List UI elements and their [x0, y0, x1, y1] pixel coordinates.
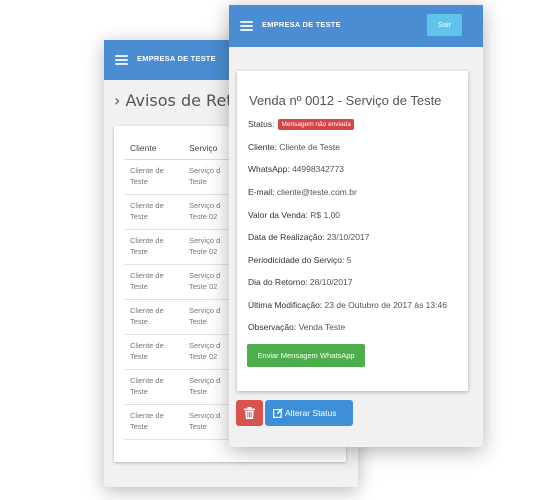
cliente-value: Cliente de Teste [279, 142, 341, 152]
retorno-label: Dia do Retorno: [248, 277, 308, 287]
periodicidade-value: 5 [346, 255, 352, 265]
sale-detail-card: Venda nº 0012 - Serviço de Teste Status:… [237, 71, 468, 391]
status-badge: Mensagem não enviada [278, 119, 354, 130]
whatsapp-field: WhatsApp: 44998342773 [248, 164, 344, 174]
cell-cliente: Cliente de Teste [130, 411, 164, 431]
send-whatsapp-button[interactable]: Enviar Mensagem WhatsApp [247, 344, 365, 367]
status-field: Status: Mensagem não enviada [248, 119, 354, 130]
cell-cliente: Cliente de Teste [130, 166, 164, 186]
alterar-status-button[interactable]: Alterar Status [265, 400, 353, 426]
email-value: cliente@teste.com.br [276, 187, 357, 197]
cell-cliente: Cliente de Teste [130, 376, 164, 396]
modificacao-field: Última Modificação: 23 de Outubro de 201… [248, 300, 447, 310]
observacao-field: Observação: Venda Teste [248, 322, 345, 332]
delete-button[interactable] [236, 400, 263, 426]
hamburger-icon[interactable] [115, 55, 128, 65]
periodicidade-label: Periodicidade do Serviço: [248, 255, 345, 265]
valor-field: Valor da Venda: R$ 1,00 [248, 210, 340, 220]
navbar: EMPRESA DE TESTE Sair [229, 5, 483, 47]
sale-title: Venda nº 0012 - Serviço de Teste [249, 93, 442, 108]
valor-value: R$ 1,00 [310, 210, 341, 220]
modificacao-value: 23 de Outubro de 2017 às 13:46 [324, 300, 447, 310]
valor-label: Valor da Venda: [248, 210, 308, 220]
front-phone-screen: EMPRESA DE TESTE Sair Venda nº 0012 - Se… [229, 5, 483, 447]
retorno-field: Dia do Retorno: 28/10/2017 [248, 277, 352, 287]
whatsapp-label: WhatsApp: [248, 164, 290, 174]
edit-icon [273, 408, 283, 419]
cell-cliente: Cliente de Teste [130, 341, 164, 361]
retorno-value: 28/10/2017 [309, 277, 353, 287]
email-field: E-mail: cliente@teste.com.br [248, 187, 357, 197]
cell-cliente: Cliente de Teste [130, 306, 164, 326]
column-header-cliente: Cliente [130, 143, 157, 153]
hamburger-icon[interactable] [240, 21, 253, 31]
brand-name: EMPRESA DE TESTE [262, 20, 341, 29]
realizacao-field: Data de Realização: 23/10/2017 [248, 232, 369, 242]
realizacao-label: Data de Realização: [248, 232, 325, 242]
email-label: E-mail: [248, 187, 275, 197]
observacao-label: Observação: [248, 322, 297, 332]
cell-cliente: Cliente de Teste [130, 271, 164, 291]
column-header-servico: Serviço [189, 143, 218, 153]
cell-cliente: Cliente de Teste [130, 236, 164, 256]
cliente-field: Cliente: Cliente de Teste [248, 142, 340, 152]
periodicidade-field: Periodicidade do Serviço: 5 [248, 255, 352, 265]
page-title: › Avisos de Reto [114, 91, 243, 110]
logout-button[interactable]: Sair [427, 14, 462, 36]
observacao-value: Venda Teste [298, 322, 346, 332]
whatsapp-value: 44998342773 [291, 164, 344, 174]
alterar-status-label: Alterar Status [285, 408, 337, 418]
cell-cliente: Cliente de Teste [130, 201, 164, 221]
realizacao-value: 23/10/2017 [326, 232, 370, 242]
status-label: Status: [248, 119, 275, 129]
cliente-label: Cliente: [248, 142, 277, 152]
brand-name: EMPRESA DE TESTE [137, 54, 216, 63]
modificacao-label: Última Modificação: [248, 300, 323, 310]
trash-icon [244, 407, 255, 419]
